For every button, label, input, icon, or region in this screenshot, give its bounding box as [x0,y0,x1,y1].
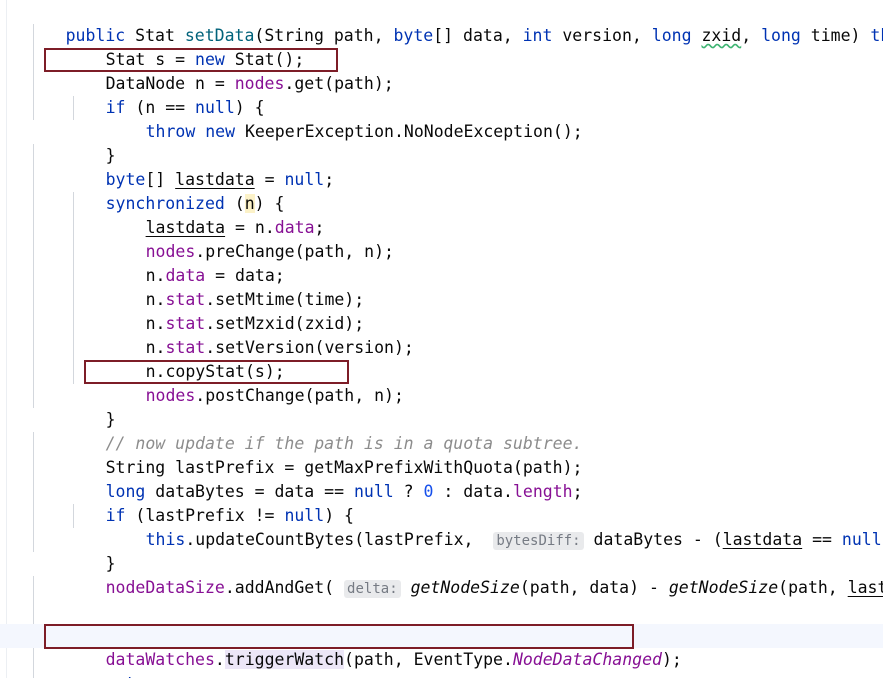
code-line-20[interactable]: long dataBytes = data == null ? 0 : data… [0,456,883,501]
code-line-23[interactable]: } [0,528,883,573]
code-line-24[interactable]: nodeDataSize.addAndGet( delta: getNodeSi… [0,552,883,598]
code-line-26[interactable]: updateWriteStat(path, dataBytes); [0,600,883,645]
code-line-22[interactable]: this.updateCountBytes(lastPrefix, bytesD… [0,504,883,550]
code-line-13[interactable]: n.stat.setMzxid(zxid); [0,288,883,333]
code-line-7[interactable]: byte[] lastdata = null; [0,144,883,189]
code-line-3[interactable]: DataNode n = nodes.get(path); [0,48,883,93]
code-line-27-current[interactable]: dataWatches.triggerWatch(path, EventType… [0,624,883,669]
code-line-11[interactable]: n.data = data; [0,240,883,285]
code-line-4[interactable]: if (n == null) { [0,72,883,117]
kw-return: return [106,674,166,678]
code-line-6[interactable]: } [0,120,883,165]
code-line-25-blank[interactable] [0,576,883,600]
code-line-14[interactable]: n.stat.setVersion(version); [0,312,883,357]
code-line-17[interactable]: } [0,384,883,429]
code-line-9[interactable]: lastdata = n.data; [0,192,883,237]
code-editor[interactable]: public Stat setData(String path, byte[] … [0,0,883,678]
code-line-10[interactable]: nodes.preChange(path, n); [0,216,883,261]
code-line-15[interactable]: n.copyStat(s); [0,336,883,381]
code-line-16[interactable]: nodes.postChange(path, n); [0,360,883,405]
code-line-8[interactable]: synchronized (n) { [0,168,883,213]
return-value: s; [165,674,195,678]
code-line-12[interactable]: n.stat.setMtime(time); [0,264,883,309]
code-line-2[interactable]: Stat s = new Stat(); [0,24,883,69]
code-line-5[interactable]: throw new KeeperException.NoNodeExceptio… [0,96,883,141]
code-line-21[interactable]: if (lastPrefix != null) { [0,480,883,525]
code-line-19[interactable]: String lastPrefix = getMaxPrefixWithQuot… [0,432,883,477]
code-line-28[interactable]: return s; [0,648,883,678]
code-line-1[interactable]: public Stat setData(String path, byte[] … [0,0,883,45]
code-line-18[interactable]: // now update if the path is in a quota … [0,408,883,453]
code-lines[interactable]: public Stat setData(String path, byte[] … [0,0,883,678]
